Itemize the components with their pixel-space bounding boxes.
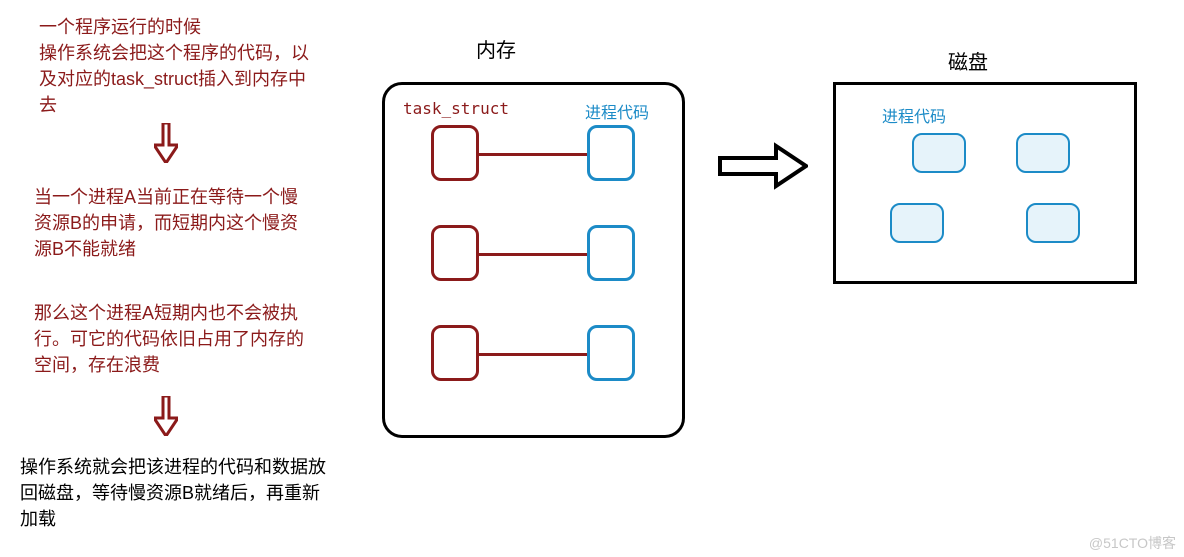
explain-para-2: 当一个进程A当前正在等待一个慢资源B的申请，而短期内这个慢资源B不能就绪 [34,184,314,262]
down-arrow-icon [154,123,178,163]
proc-code-label: 进程代码 [585,99,649,123]
explain-para-3: 那么这个进程A短期内也不会被执行。可它的代码依旧占用了内存的空间，存在浪费 [34,300,314,378]
memory-title: 内存 [476,34,516,63]
task-struct-cell [431,225,479,281]
down-arrow-icon [154,396,178,436]
proc-code-cell [587,125,635,181]
memory-box: task_struct 进程代码 [382,82,685,438]
proc-code-cell [587,225,635,281]
link-line [479,353,587,356]
disk-box: 进程代码 [833,82,1137,284]
task-struct-label: task_struct [403,99,509,118]
disk-block [1026,203,1080,243]
disk-block [890,203,944,243]
disk-title: 磁盘 [948,46,988,75]
explain-para-4: 操作系统就会把该进程的代码和数据放回磁盘，等待慢资源B就绪后，再重新加载 [20,454,332,532]
watermark: @51CTO博客 [1089,533,1176,553]
right-arrow-icon [718,142,808,190]
link-line [479,153,587,156]
proc-code-cell [587,325,635,381]
disk-block [912,133,966,173]
task-struct-cell [431,325,479,381]
explain-para-1: 一个程序运行的时候 操作系统会把这个程序的代码，以及对应的task_struct… [39,14,319,118]
task-struct-cell [431,125,479,181]
link-line [479,253,587,256]
disk-block [1016,133,1070,173]
disk-proc-code-label: 进程代码 [882,103,946,127]
